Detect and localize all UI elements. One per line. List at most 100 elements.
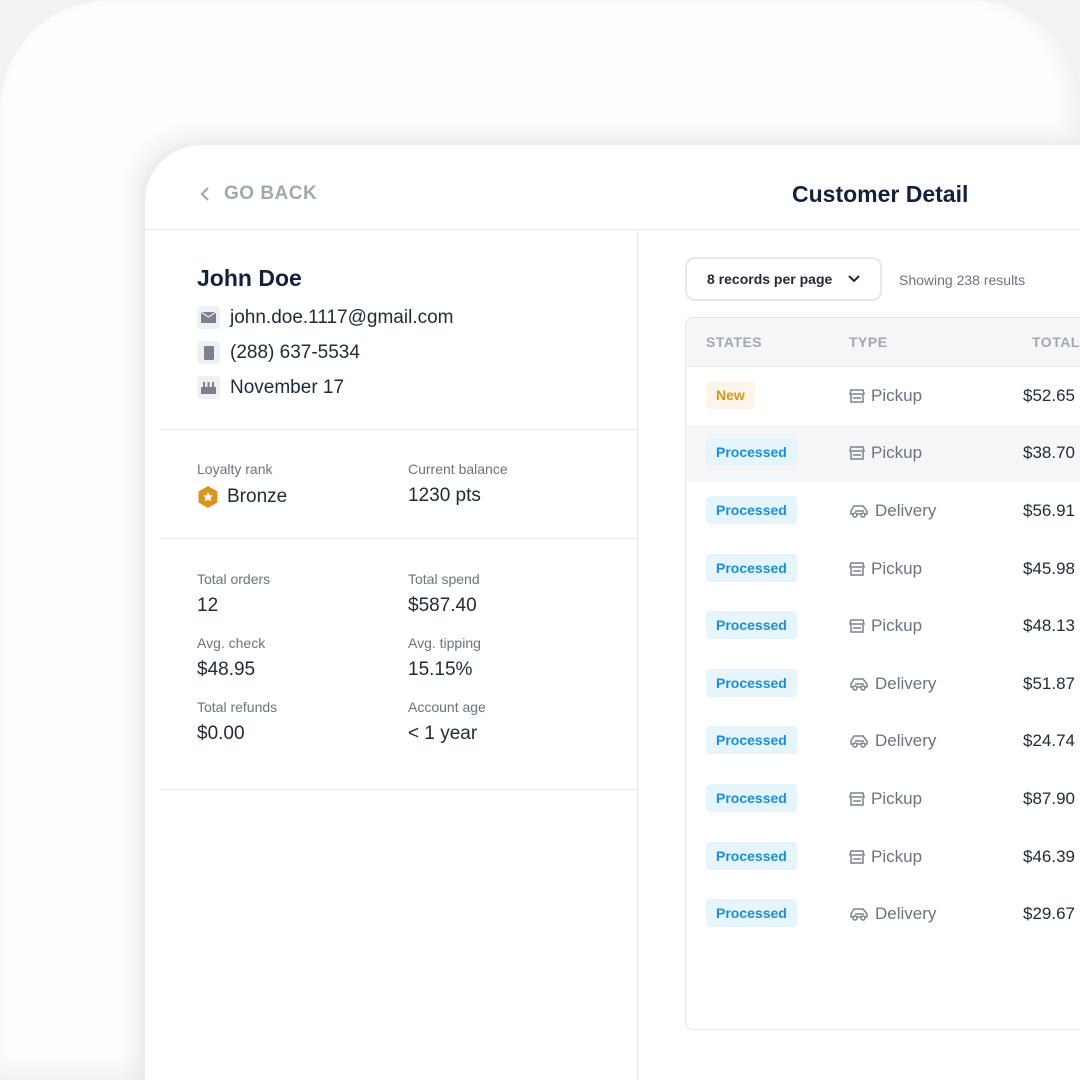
stat-label: Total spend xyxy=(408,571,480,587)
order-total: $46.39 xyxy=(1023,846,1075,866)
stat-item: Account age < 1 year xyxy=(408,699,608,745)
customer-birthday: November 17 xyxy=(230,376,345,398)
store-icon xyxy=(849,389,865,403)
status-badge: Processed xyxy=(706,841,797,870)
order-total: $87.90 xyxy=(1023,788,1075,808)
stat-value: < 1 year xyxy=(408,723,478,744)
stat-item: Total spend $587.40 xyxy=(408,571,608,617)
column-header-type[interactable]: TYPE xyxy=(849,334,888,350)
records-per-page-select[interactable]: 8 records per page xyxy=(685,257,882,301)
status-badge: Processed xyxy=(706,668,797,697)
status-badge: Processed xyxy=(706,611,797,640)
table-row[interactable]: Processed Pickup $48.13 xyxy=(686,597,1080,655)
loyalty-section: Loyalty rank Bronze Current balance 1230… xyxy=(160,430,637,539)
car-icon xyxy=(850,735,868,749)
status-badge: Processed xyxy=(706,553,797,582)
table-row[interactable]: Processed Delivery $51.87 xyxy=(686,655,1080,713)
order-type: Delivery xyxy=(875,673,937,693)
page-title: Customer Detail xyxy=(792,181,969,207)
customer-info-panel: John Doe john.doe.1117@gmail.com (288) 6… xyxy=(160,231,638,1080)
table-row[interactable]: Processed Pickup $45.98 xyxy=(686,540,1080,598)
stat-value: $0.00 xyxy=(197,723,245,744)
store-icon xyxy=(849,446,865,461)
order-type: Delivery xyxy=(875,500,937,520)
order-type: Pickup xyxy=(871,558,923,578)
table-row[interactable]: New Pickup $52.65 xyxy=(686,367,1080,425)
table-header: STATES TYPE TOTAL xyxy=(686,318,1080,367)
stat-label: Account age xyxy=(408,699,486,715)
table-row[interactable]: Processed Pickup $38.70 xyxy=(686,424,1080,483)
results-count: Showing 238 results xyxy=(899,272,1026,288)
stat-label: Total orders xyxy=(197,571,271,587)
order-total: $29.67 xyxy=(1023,904,1075,924)
mail-icon xyxy=(197,306,220,329)
table-row[interactable]: Processed Pickup $46.39 xyxy=(686,828,1080,886)
balance-label: Current balance xyxy=(408,461,508,477)
status-badge: Processed xyxy=(706,495,797,524)
stat-value: $48.95 xyxy=(197,659,256,680)
order-type: Delivery xyxy=(875,904,937,924)
store-icon xyxy=(849,849,865,864)
column-header-total[interactable]: TOTAL xyxy=(1032,334,1080,350)
table-row[interactable]: Processed Delivery $29.67 xyxy=(686,885,1080,943)
status-badge: Processed xyxy=(706,783,797,812)
order-type: Pickup xyxy=(871,443,923,463)
customer-phone: (288) 637-5534 xyxy=(230,341,360,363)
order-total: $56.91 xyxy=(1023,500,1075,520)
go-back-button[interactable]: GO BACK xyxy=(200,183,317,205)
stat-item: Avg. check $48.95 xyxy=(197,635,408,681)
order-type: Delivery xyxy=(875,731,937,751)
order-type: Pickup xyxy=(871,616,923,636)
order-total: $48.13 xyxy=(1023,616,1075,636)
phone-icon xyxy=(197,341,220,364)
contact-section: John Doe john.doe.1117@gmail.com (288) 6… xyxy=(160,231,637,430)
loyalty-rank-label: Loyalty rank xyxy=(197,461,273,477)
table-row[interactable]: Processed Pickup $87.90 xyxy=(686,770,1080,828)
order-total: $38.70 xyxy=(1023,443,1075,463)
stat-label: Avg. check xyxy=(197,635,266,651)
records-toolbar: 8 records per page Showing 238 results xyxy=(685,257,1025,301)
chevron-left-icon xyxy=(200,187,209,201)
store-icon xyxy=(849,561,865,576)
stat-item: Total orders 12 xyxy=(197,571,408,617)
store-icon xyxy=(849,619,865,633)
table-row[interactable]: Processed Delivery $56.91 xyxy=(686,482,1080,540)
stats-section: Total orders 12 Total spend $587.40 Avg. che… xyxy=(160,539,637,790)
order-type: Pickup xyxy=(871,788,923,808)
order-total: $24.74 xyxy=(1023,731,1075,751)
go-back-label: GO BACK xyxy=(224,183,318,204)
table-row[interactable]: Processed Delivery $24.74 xyxy=(686,713,1080,771)
current-balance: 1230 pts xyxy=(408,485,481,506)
orders-table: STATES TYPE TOTAL New Pickup $52.65 Process… xyxy=(685,317,1080,1030)
stat-value: 15.15% xyxy=(408,659,473,680)
car-icon xyxy=(850,678,868,691)
status-badge: New xyxy=(706,380,755,409)
records-per-page-value: 8 records per page xyxy=(707,271,833,287)
chevron-down-icon xyxy=(848,275,860,283)
stat-item: Total refunds $0.00 xyxy=(197,699,408,745)
stat-item: Avg. tipping 15.15% xyxy=(408,635,608,681)
car-icon xyxy=(850,908,868,921)
cake-icon xyxy=(197,376,220,399)
customer-email: john.doe.1117@gmail.com xyxy=(230,306,454,328)
stat-label: Total refunds xyxy=(197,699,278,715)
status-badge: Processed xyxy=(706,899,797,928)
order-total: $52.65 xyxy=(1023,385,1075,405)
stat-value: 12 xyxy=(197,595,219,616)
order-type: Pickup xyxy=(871,846,923,866)
customer-name: John Doe xyxy=(197,265,302,291)
car-icon xyxy=(850,505,868,518)
order-total: $51.87 xyxy=(1023,673,1075,693)
order-total: $45.98 xyxy=(1023,558,1075,578)
store-icon xyxy=(849,792,865,806)
header: GO BACK Customer Detail xyxy=(145,145,1080,230)
order-type: Pickup xyxy=(871,385,923,405)
stat-value: $587.40 xyxy=(408,595,477,616)
column-header-states[interactable]: STATES xyxy=(706,334,762,350)
status-badge: Processed xyxy=(706,726,797,755)
loyalty-rank: Bronze xyxy=(227,486,288,507)
customer-detail-card: GO BACK Customer Detail John Doe john.do… xyxy=(145,145,1080,1080)
bronze-badge-icon xyxy=(198,486,218,508)
stat-label: Avg. tipping xyxy=(408,635,481,651)
status-badge: Processed xyxy=(706,438,797,467)
